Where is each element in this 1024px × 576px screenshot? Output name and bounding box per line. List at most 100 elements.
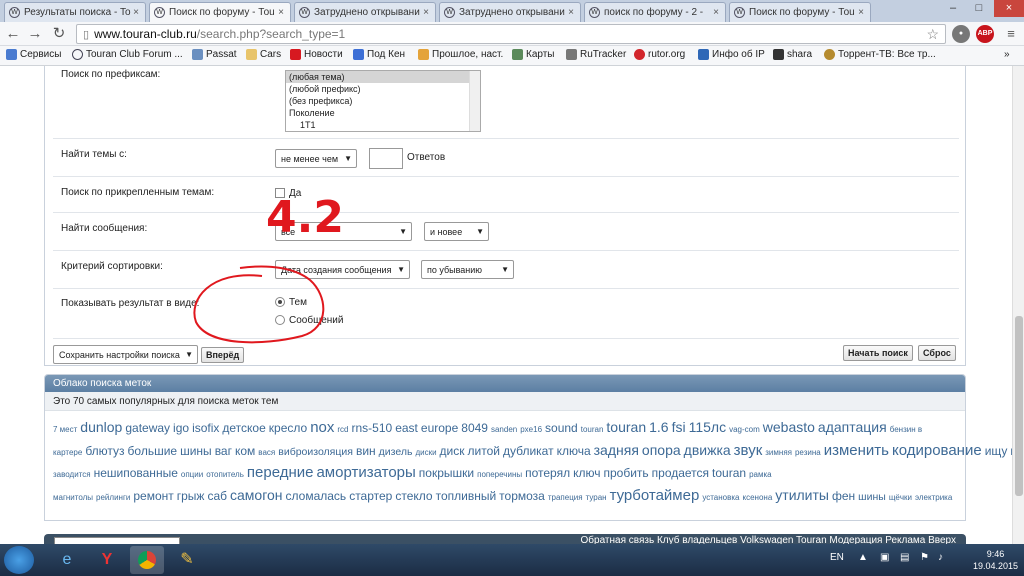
tag-link[interactable]: rcd (337, 425, 348, 434)
forward-icon[interactable]: → (26, 25, 44, 43)
tag-link[interactable]: тормоза (499, 489, 545, 503)
tab-3[interactable]: W Затруднено открывани × (439, 2, 581, 22)
bookmark-rutor[interactable]: rutor.org (634, 49, 685, 60)
bookmark-news[interactable]: Новости (290, 49, 343, 60)
tag-link[interactable]: диски (415, 448, 436, 457)
tag-link[interactable]: задняя (594, 442, 639, 458)
find-topics-select[interactable]: не менее чем ▼ (275, 149, 357, 168)
tag-link[interactable]: звук (734, 442, 763, 459)
tag-link[interactable]: грыж (177, 489, 205, 503)
tag-link[interactable]: fsi (672, 419, 686, 435)
back-icon[interactable]: ← (4, 25, 22, 43)
forward-button[interactable]: Вперёд (201, 347, 245, 363)
tag-link[interactable]: igo (173, 421, 189, 435)
tag-link[interactable]: rns-510 (352, 421, 393, 435)
list-item[interactable]: 1T1 (286, 119, 480, 131)
tag-link[interactable]: стартер (349, 489, 392, 503)
bookmark-services[interactable]: Сервисы (6, 49, 61, 60)
save-settings-select[interactable]: Сохранить настройки поиска ▼ (53, 345, 198, 364)
tag-link[interactable]: стекло (395, 489, 432, 503)
tag-link[interactable]: поперечины (477, 470, 522, 479)
tag-link[interactable]: изменить (824, 442, 889, 459)
tag-link[interactable]: отопитель (206, 470, 244, 479)
tag-link[interactable]: опора (642, 442, 681, 458)
tag-link[interactable]: touran (712, 466, 746, 480)
tag-link[interactable]: кресло (269, 421, 307, 435)
sort-criteria-select[interactable]: Дата создания сообщения ▼ (275, 260, 410, 279)
tag-link[interactable]: сломалась (286, 489, 347, 503)
footer-links[interactable]: Обратная связь Клуб владельцев Volkswage… (581, 535, 957, 544)
tag-link[interactable]: самогон (230, 487, 283, 503)
tag-link[interactable]: фен (832, 489, 855, 503)
bookmark-cars[interactable]: Cars (246, 49, 281, 60)
network-icon[interactable]: ▤ (900, 552, 909, 563)
tag-link[interactable]: диск (440, 444, 465, 458)
prefix-listbox[interactable]: (любая тема) (любой префикс) (без префик… (285, 70, 481, 132)
close-icon[interactable]: × (711, 7, 721, 18)
tag-link[interactable]: 8049 (461, 421, 488, 435)
bookmark-passat[interactable]: Passat (192, 49, 237, 60)
paint-icon[interactable]: ✎ (170, 546, 204, 574)
tag-link[interactable]: вин (356, 444, 376, 458)
tag-link[interactable]: ксенона (743, 493, 773, 502)
tag-link[interactable]: утилиты (775, 487, 829, 503)
sort-order-select[interactable]: по убыванию ▼ (421, 260, 514, 279)
show-posts-radio[interactable] (275, 315, 285, 325)
tag-link[interactable]: isofix (192, 421, 219, 435)
tag-link[interactable]: опции (181, 470, 203, 479)
tag-link[interactable]: амортизаторы (316, 464, 415, 481)
tray-app-icon[interactable]: ▣ (880, 552, 889, 563)
tag-link[interactable]: топливный (436, 489, 497, 503)
maximize-icon[interactable]: □ (966, 0, 992, 17)
tag-link[interactable]: кодирование (892, 442, 982, 459)
yandex-icon[interactable]: Y (90, 546, 124, 574)
list-item[interactable]: (любой префикс) (286, 83, 480, 95)
listbox-scrollbar[interactable] (469, 71, 480, 131)
style-select[interactable] (54, 537, 180, 544)
bookmark-rutracker[interactable]: RuTracker (566, 49, 626, 60)
start-search-button[interactable]: Начать поиск (843, 345, 913, 361)
tag-link[interactable]: электрика (915, 493, 952, 502)
tag-link[interactable]: шины (858, 491, 886, 503)
tag-link[interactable]: 115лс (689, 419, 727, 435)
tag-link[interactable]: sound (545, 421, 578, 435)
adblock-icon[interactable]: ABP (976, 25, 994, 43)
tag-link[interactable]: vag-com (729, 425, 760, 434)
page-scrollbar[interactable] (1012, 66, 1024, 544)
sticky-checkbox[interactable] (275, 188, 285, 198)
tag-link[interactable]: dunlop (80, 419, 122, 435)
tab-2[interactable]: W Затруднено открывани × (294, 2, 436, 22)
tag-link[interactable]: webasto (763, 419, 815, 435)
tag-link[interactable]: europe (421, 421, 458, 435)
tag-link[interactable]: нешипованные (94, 466, 178, 480)
tag-link[interactable]: турботаймер (610, 487, 700, 504)
close-icon[interactable]: × (421, 7, 431, 18)
tag-link[interactable]: покрышки (419, 466, 474, 480)
star-icon[interactable]: ☆ (926, 26, 939, 43)
tag-link[interactable]: пробить (603, 466, 648, 480)
tag-link[interactable]: продается (652, 466, 709, 480)
tag-link[interactable]: 7 мест (53, 425, 77, 434)
bookmark-torrent-tv[interactable]: Торрент-ТВ: Все тр... (824, 49, 936, 60)
flag-icon[interactable]: ⚑ (920, 552, 929, 563)
bookmark-shara[interactable]: shara (773, 49, 812, 60)
close-icon[interactable]: × (856, 7, 866, 18)
tag-link[interactable]: sanden (491, 425, 517, 434)
tag-link[interactable]: литой (468, 444, 500, 458)
tag-link[interactable]: большие (128, 444, 178, 458)
tag-link[interactable]: pxe16 (520, 425, 542, 434)
tag-link[interactable]: передние (247, 464, 314, 481)
tag-link[interactable]: движка (684, 442, 731, 458)
ie-icon[interactable]: e (50, 546, 84, 574)
tag-link[interactable]: установка (702, 493, 739, 502)
tray-arrow-icon[interactable]: ▲ (858, 552, 868, 563)
tag-link[interactable]: touran (581, 425, 604, 434)
tag-link[interactable]: ремонт (133, 489, 173, 503)
find-posts-select[interactable]: все ▼ (275, 222, 412, 241)
reset-button[interactable]: Сброс (918, 345, 956, 361)
close-icon[interactable]: × (566, 7, 576, 18)
tag-link[interactable]: зимняя (765, 448, 792, 457)
tab-1[interactable]: W Поиск по форуму - Тоu × (149, 2, 291, 22)
bookmark-touran[interactable]: Touran Club Forum ... (72, 49, 183, 60)
clock[interactable]: 9:46 19.04.2015 (973, 548, 1018, 572)
